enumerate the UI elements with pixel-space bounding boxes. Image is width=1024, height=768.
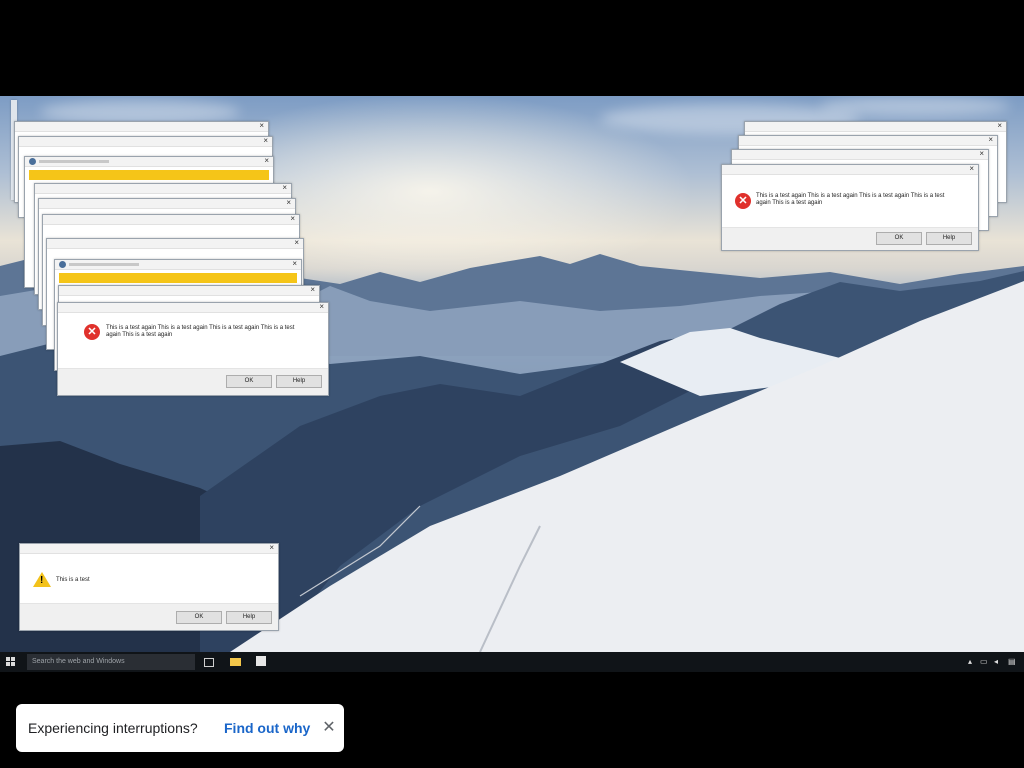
close-icon[interactable]: × (319, 302, 324, 312)
close-icon[interactable]: × (988, 135, 993, 145)
network-icon[interactable]: ▭ (980, 655, 988, 669)
close-icon[interactable]: × (310, 285, 315, 295)
task-view-icon[interactable] (204, 658, 214, 667)
close-icon[interactable]: ✕ (319, 718, 339, 738)
warning-dialog[interactable]: × ! This is a test OK Help (19, 543, 279, 631)
error-icon: ✕ (735, 193, 751, 209)
close-icon[interactable]: × (264, 156, 269, 166)
help-button[interactable]: Help (226, 611, 272, 624)
dialog-footer: OK Help (722, 227, 978, 250)
close-icon[interactable]: × (969, 164, 974, 174)
dialog-footer: OK Help (58, 368, 328, 395)
close-icon[interactable]: × (282, 183, 287, 193)
close-icon[interactable]: × (269, 543, 274, 553)
window-title (39, 160, 109, 163)
toast-message: Experiencing interruptions? (28, 720, 198, 736)
app-icon (59, 261, 66, 268)
close-icon[interactable]: × (259, 121, 264, 131)
search-input[interactable]: Search the web and Windows (27, 654, 195, 670)
close-icon[interactable]: × (292, 259, 297, 269)
windows-start-icon[interactable] (6, 657, 16, 667)
window-title (69, 263, 139, 266)
dialog-message: This is a test again This is a test agai… (106, 325, 295, 338)
tray-chevron-icon[interactable]: ▴ (968, 655, 972, 669)
close-icon[interactable]: × (263, 136, 268, 146)
find-out-why-link[interactable]: Find out why (224, 720, 310, 736)
interruptions-toast: Experiencing interruptions? Find out why… (16, 704, 344, 752)
error-dialog-front-left[interactable]: × ✕ This is a test again This is a test … (57, 302, 329, 396)
app-icon (29, 158, 36, 165)
action-center-icon[interactable]: ▤ (1008, 655, 1016, 669)
ok-button[interactable]: OK (176, 611, 222, 624)
yellow-banner (29, 170, 269, 180)
error-icon: ✕ (84, 324, 100, 340)
close-icon[interactable]: × (997, 121, 1002, 131)
error-dialog-front-right[interactable]: × ✕ This is a test again This is a test … (721, 164, 979, 251)
close-icon[interactable]: × (294, 238, 299, 248)
ok-button[interactable]: OK (876, 232, 922, 245)
dialog-message: This is a test (56, 577, 90, 583)
taskbar: Search the web and Windows ▴ ▭ ◂ ▤ (0, 652, 1024, 672)
volume-icon[interactable]: ◂ (994, 655, 998, 669)
close-icon[interactable]: × (979, 149, 984, 159)
help-button[interactable]: Help (926, 232, 972, 245)
warning-icon: ! (33, 572, 51, 587)
dialog-message: This is a test again This is a test agai… (756, 193, 945, 206)
ok-button[interactable]: OK (226, 375, 272, 388)
store-icon[interactable] (256, 656, 266, 666)
close-icon[interactable]: × (290, 214, 295, 224)
dialog-footer: OK Help (20, 603, 278, 630)
file-explorer-icon[interactable] (230, 658, 241, 666)
yellow-banner (59, 273, 297, 283)
help-button[interactable]: Help (276, 375, 322, 388)
close-icon[interactable]: × (286, 198, 291, 208)
